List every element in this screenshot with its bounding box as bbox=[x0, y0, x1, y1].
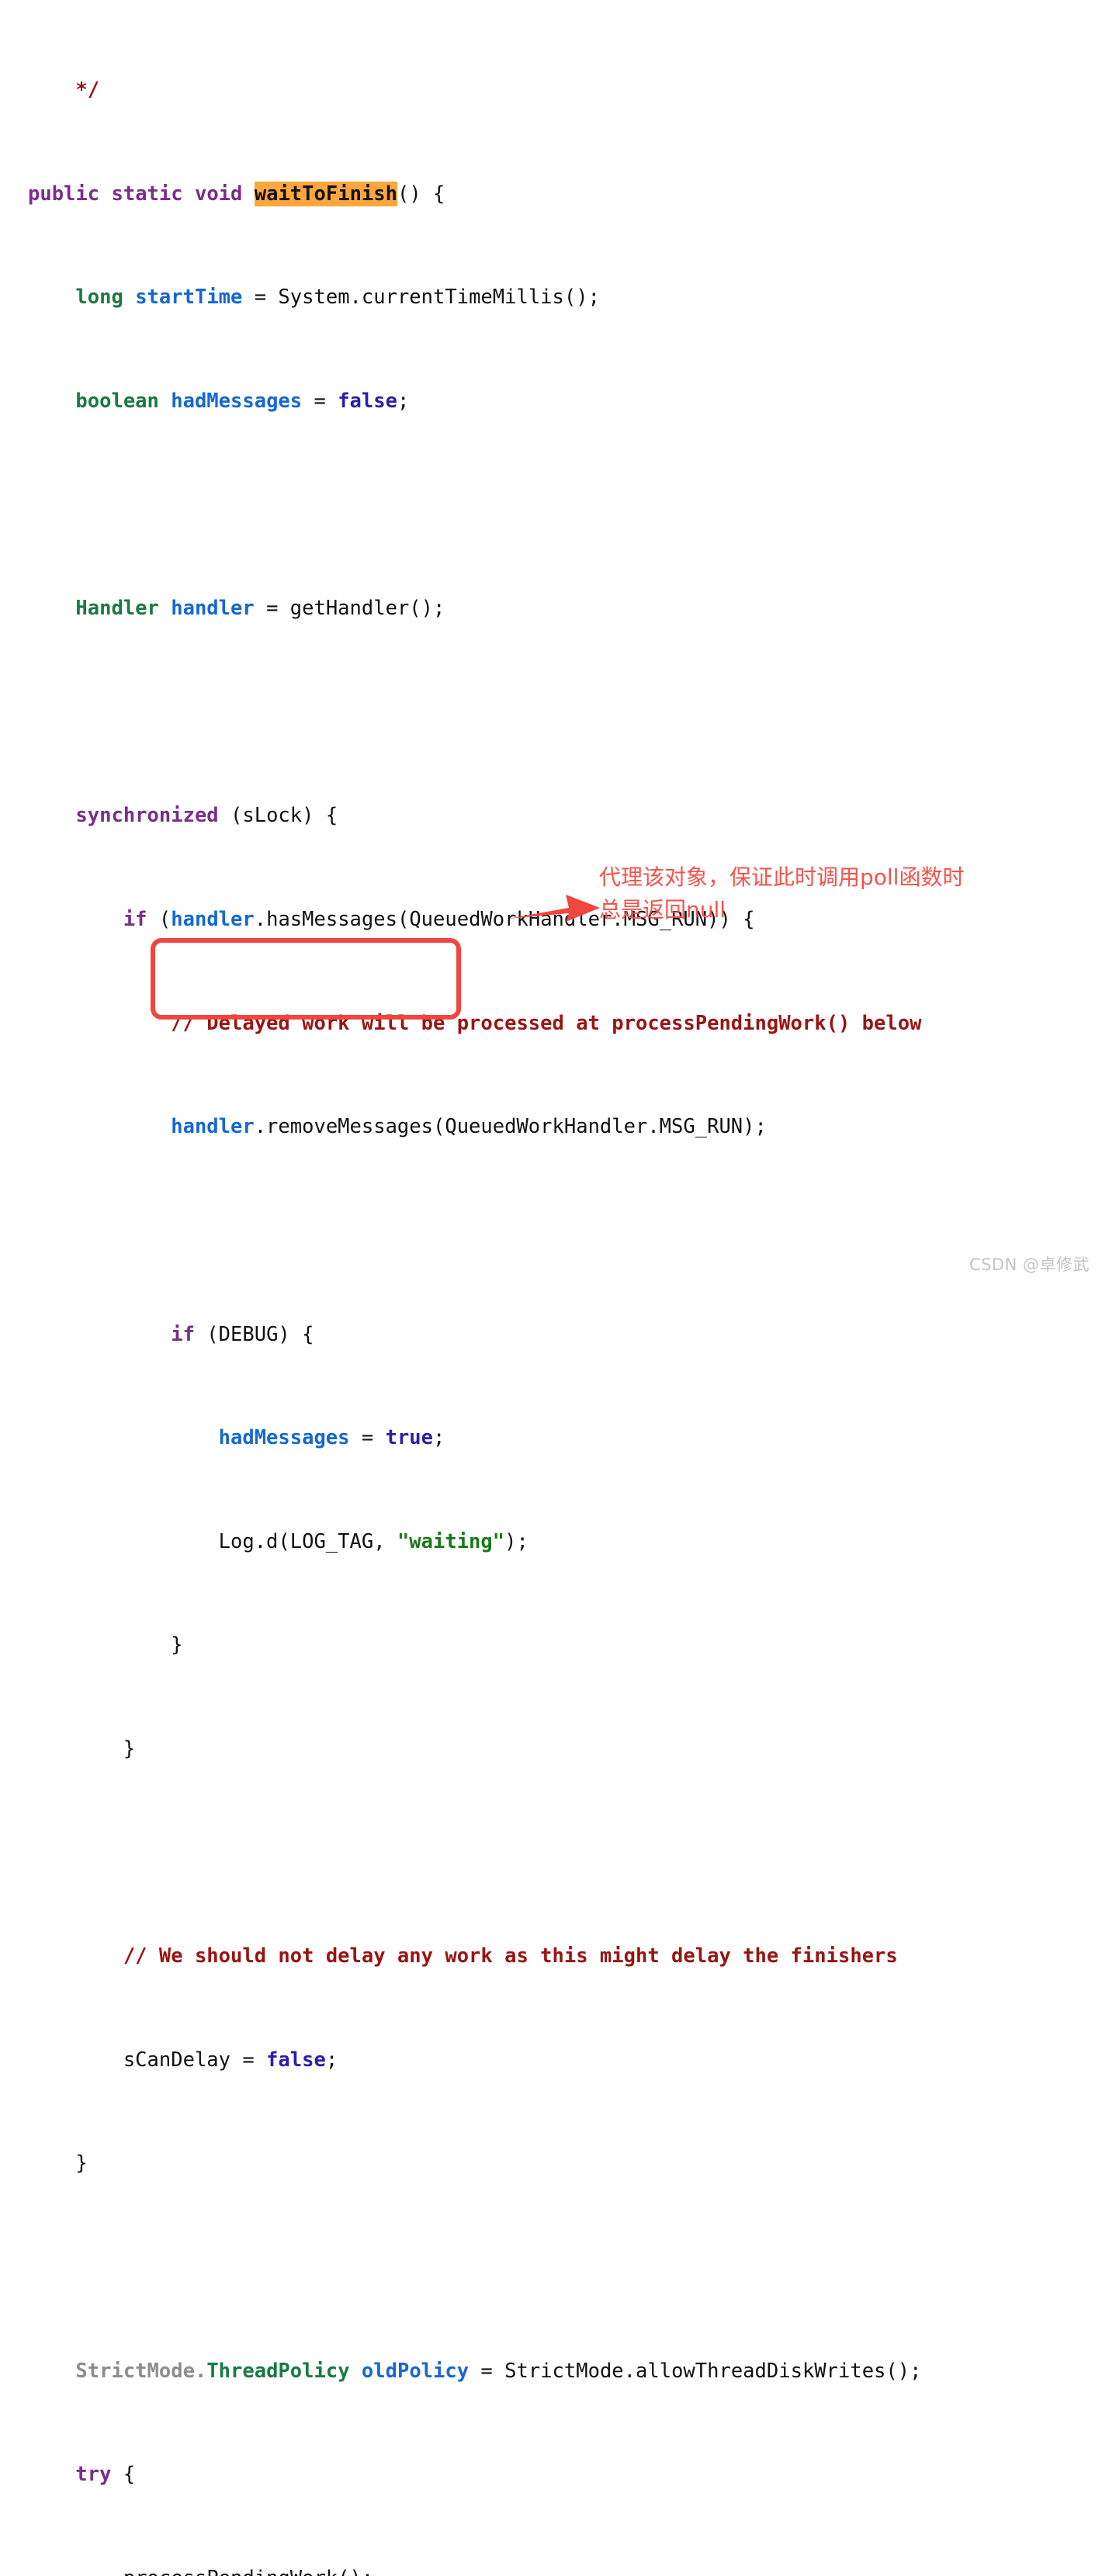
code-viewer: */ public static void waitToFinish() { l… bbox=[0, 0, 1102, 2576]
code-token-plain: ; bbox=[325, 2048, 338, 2072]
code-token-variable: handler bbox=[171, 597, 255, 621]
code-token-keyword: if bbox=[171, 1322, 195, 1346]
code-line: public static void waitToFinish() { bbox=[28, 181, 1102, 207]
code-token-comment: // We should not delay any work as this … bbox=[123, 1944, 898, 1968]
code-line: processPendingWork(); bbox=[28, 2566, 1102, 2576]
annotation-note: 代理该对象，保证此时调用poll函数时 总是返回null bbox=[599, 861, 1003, 926]
code-line: boolean hadMessages = false; bbox=[28, 389, 1102, 414]
code-token-plain: () { bbox=[397, 182, 445, 206]
code-line: hadMessages = true; bbox=[28, 1425, 1102, 1451]
code-line: Handler handler = getHandler(); bbox=[28, 596, 1102, 621]
watermark: CSDN @卓修武 bbox=[969, 1255, 1090, 1274]
code-token-plain: } bbox=[171, 1633, 183, 1657]
code-token-plain: Log.d(LOG_TAG, bbox=[218, 1529, 397, 1553]
code-token-type: Handler bbox=[75, 597, 159, 621]
code-token-comment: // Delayed work will be processed at pro… bbox=[171, 1011, 922, 1035]
code-token-plain: = StrictMode.allowThreadDiskWrites(); bbox=[469, 2359, 922, 2383]
code-token-variable: oldPolicy bbox=[361, 2359, 470, 2383]
code-line: if (DEBUG) { bbox=[28, 1322, 1102, 1348]
code-token-literal: false bbox=[266, 2048, 326, 2072]
code-token-plain: processPendingWork(); bbox=[123, 2567, 373, 2576]
code-token-plain: sCanDelay = bbox=[123, 2048, 267, 2072]
code-token-plain: = getHandler(); bbox=[254, 597, 445, 621]
code-token-plain: ( bbox=[147, 908, 172, 932]
code-token-variable: hadMessages bbox=[171, 390, 303, 414]
code-token-plain: ; bbox=[433, 1426, 445, 1450]
code-token-literal: true bbox=[385, 1426, 434, 1450]
code-token-variable: handler bbox=[171, 1115, 255, 1139]
annotation-note-line-1: 代理该对象，保证此时调用poll函数时 bbox=[599, 864, 965, 890]
code-token-type: ThreadPolicy bbox=[206, 2359, 350, 2383]
code-token-type: long bbox=[75, 286, 123, 310]
code-token-comment: */ bbox=[28, 78, 100, 102]
code-line: try { bbox=[28, 2462, 1102, 2488]
annotation-arrow-icon bbox=[508, 895, 600, 922]
code-token-keyword: try bbox=[75, 2463, 112, 2487]
code-token-plain: (DEBUG) { bbox=[194, 1322, 314, 1346]
code-line: } bbox=[28, 2151, 1102, 2176]
annotation-note-line-2: 总是返回null bbox=[599, 897, 726, 923]
code-token-plain: } bbox=[123, 1736, 136, 1761]
code-token-keyword: void bbox=[194, 182, 243, 206]
code-line: } bbox=[28, 1736, 1102, 1762]
code-token-type: boolean bbox=[75, 390, 159, 414]
code-token-plain: = bbox=[349, 1426, 386, 1450]
code-token-plain: (sLock) { bbox=[218, 804, 338, 828]
code-token-string: "waiting" bbox=[397, 1529, 505, 1553]
code-token-plain: ); bbox=[504, 1529, 528, 1553]
code-token-literal: false bbox=[338, 390, 397, 414]
code-token-variable: hadMessages bbox=[218, 1426, 350, 1450]
code-line: sCanDelay = false; bbox=[28, 2048, 1102, 2073]
code-token-plain: ; bbox=[397, 390, 410, 414]
code-token-plain: .removeMessages(QueuedWorkHandler.MSG_RU… bbox=[254, 1115, 767, 1139]
search-highlight-token: waitToFinish bbox=[254, 181, 397, 206]
code-line: } bbox=[28, 1633, 1102, 1658]
code-token-plain: = bbox=[302, 390, 338, 414]
code-token-plain: = System.currentTimeMillis(); bbox=[242, 286, 600, 310]
code-line: */ bbox=[28, 78, 1102, 103]
code-line: handler.removeMessages(QueuedWorkHandler… bbox=[28, 1114, 1102, 1140]
code-line: // We should not delay any work as this … bbox=[28, 1944, 1102, 1969]
code-line: synchronized (sLock) { bbox=[28, 803, 1102, 829]
code-line: StrictMode.ThreadPolicy oldPolicy = Stri… bbox=[28, 2359, 1102, 2384]
code-token-variable: handler bbox=[171, 908, 255, 932]
code-token-plain: } bbox=[75, 2152, 88, 2176]
code-token-qualifier: StrictMode. bbox=[75, 2359, 207, 2383]
code-token-keyword: static bbox=[111, 182, 183, 206]
code-line: // Delayed work will be processed at pro… bbox=[28, 1011, 1102, 1037]
code-token-keyword: public bbox=[28, 182, 100, 206]
code-token-plain: { bbox=[111, 2463, 136, 2487]
code-line: Log.d(LOG_TAG, "waiting"); bbox=[28, 1529, 1102, 1555]
code-token-variable: startTime bbox=[135, 286, 243, 310]
code-token-keyword: synchronized bbox=[75, 804, 219, 828]
code-line: long startTime = System.currentTimeMilli… bbox=[28, 285, 1102, 310]
code-token-keyword: if bbox=[123, 908, 147, 932]
